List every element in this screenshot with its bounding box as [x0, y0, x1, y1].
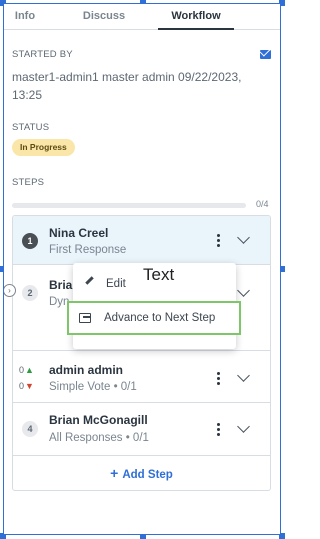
steps-list: 1 Nina Creel First Response 2 Bria Dyn 0…	[12, 215, 271, 491]
steps-label: STEPS	[12, 177, 45, 188]
steps-progress-bar	[12, 203, 246, 208]
advance-step-icon	[79, 313, 91, 323]
more-options-icon[interactable]	[215, 423, 221, 437]
plus-icon: +	[110, 465, 119, 481]
step-number-badge: 1	[22, 233, 38, 249]
steps-progress-count: 0/4	[256, 199, 269, 209]
more-options-icon[interactable]	[215, 372, 221, 386]
status-label: STATUS	[12, 122, 50, 133]
more-options-icon[interactable]	[215, 234, 221, 248]
tab-bar: Info Discuss Workflow	[4, 4, 280, 30]
status-badge: In Progress	[12, 139, 75, 156]
step-row[interactable]: 0 ▲ 0 ▼ admin admin Simple Vote • 0/1	[13, 351, 270, 403]
step-assignee: Nina Creel	[49, 226, 109, 240]
step-type: First Response	[49, 244, 127, 256]
workflow-panel: Info Discuss Workflow STARTED BY master1…	[4, 4, 280, 534]
chevron-down-icon[interactable]	[237, 369, 250, 382]
upvote-count: 0 ▲	[19, 365, 34, 375]
step-number-badge: 2	[22, 285, 38, 301]
started-by-text: master1-admin1 master admin 09/22/2023, …	[12, 70, 242, 102]
text-annotation: Text	[143, 265, 175, 284]
thumbs-up-icon: ▲	[25, 365, 34, 375]
mail-icon[interactable]	[260, 50, 271, 59]
chevron-down-icon[interactable]	[237, 284, 250, 297]
menu-item-advance-to-next-step[interactable]: Advance to Next Step	[67, 301, 241, 335]
step-assignee: admin admin	[49, 363, 124, 377]
tab-info[interactable]: Info	[12, 4, 38, 29]
step-number-badge: 4	[22, 421, 38, 437]
step-row[interactable]: 1 Nina Creel First Response	[13, 216, 270, 265]
pencil-icon	[85, 276, 94, 285]
tab-workflow[interactable]: Workflow	[158, 4, 234, 30]
started-by-label: STARTED BY	[12, 49, 73, 60]
step-type: All Responses • 0/1	[49, 432, 149, 444]
chevron-down-icon[interactable]	[237, 420, 250, 433]
downvote-count: 0 ▼	[19, 381, 34, 391]
step-assignee: Bria	[49, 278, 73, 292]
step-type: Simple Vote • 0/1	[49, 381, 137, 393]
tab-discuss[interactable]: Discuss	[58, 4, 150, 29]
chevron-down-icon[interactable]	[237, 231, 250, 244]
add-step-button[interactable]: + Add Step	[13, 456, 270, 490]
step-options-menu: Edit Text Advance to Next Step	[67, 263, 241, 349]
step-row[interactable]: 4 Brian McGonagill All Responses • 0/1	[13, 403, 270, 456]
step-assignee: Brian McGonagill	[49, 413, 148, 427]
thumbs-down-icon: ▼	[25, 381, 34, 391]
